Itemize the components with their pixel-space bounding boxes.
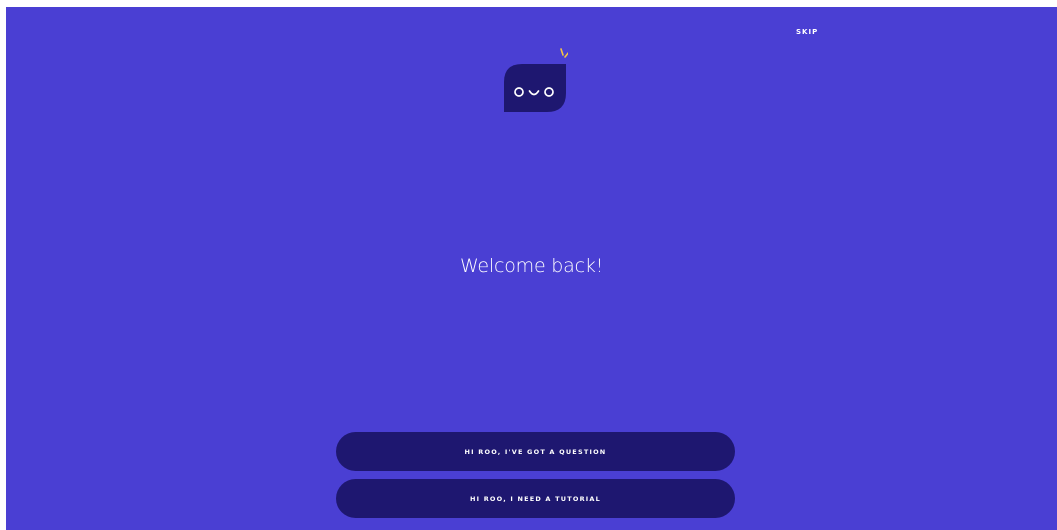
roo-mascot-icon [502,46,568,116]
sparkle-line-left [560,48,564,56]
request-tutorial-button[interactable]: HI ROO, I NEED A TUTORIAL [336,479,735,518]
ask-question-label: HI ROO, I'VE GOT A QUESTION [464,447,607,456]
request-tutorial-label: HI ROO, I NEED A TUTORIAL [470,494,601,503]
mascot-body [504,64,566,112]
sparkle-line-right [564,51,568,58]
ask-question-button[interactable]: HI ROO, I'VE GOT A QUESTION [336,432,735,471]
welcome-heading: Welcome back! [459,255,604,277]
skip-button[interactable]: SKIP [796,28,818,36]
welcome-screen: SKIP Welcome back! HI ROO, I'VE GOT A QU… [6,7,1057,530]
